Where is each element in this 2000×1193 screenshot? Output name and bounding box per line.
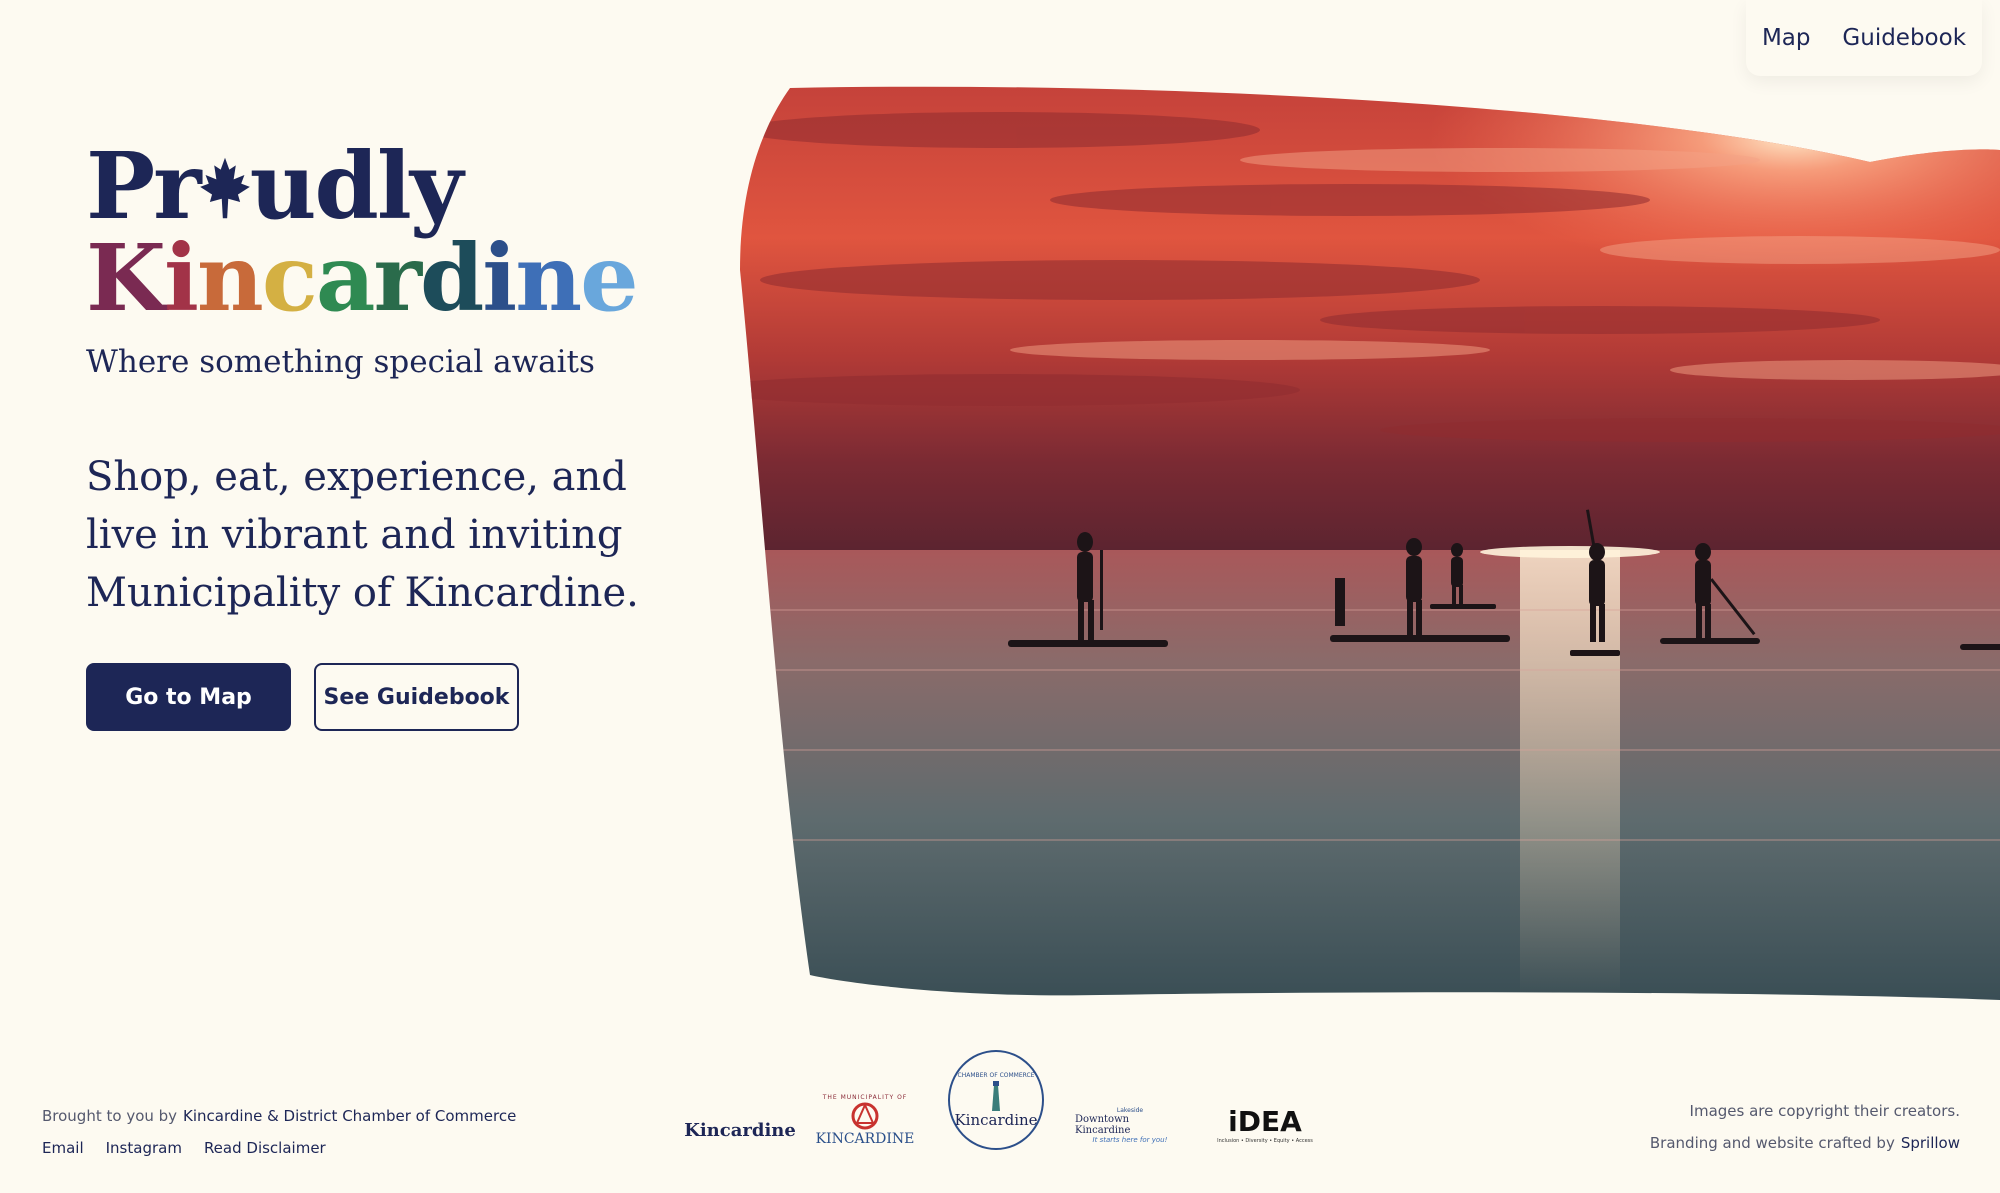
instagram-link[interactable]: Instagram [106,1139,182,1157]
title-proudly-end: udly [249,132,464,240]
footer-credits: Brought to you by Kincardine & District … [42,1100,516,1164]
idea-logo[interactable]: iDEA Inclusion • Diversity • Equity • Ac… [1215,1096,1315,1152]
kincardine-logo[interactable]: Kincardine [684,1110,796,1150]
brought-by-text: Brought to you by [42,1107,178,1125]
copyright-text: Images are copyright their creators. [1689,1102,1960,1120]
see-guidebook-button[interactable]: See Guidebook [314,663,519,731]
chamber-logo[interactable]: CHAMBER OF COMMERCE Kincardine [948,1050,1044,1150]
title-letter: d [419,224,484,332]
go-to-map-button[interactable]: Go to Map [86,663,291,731]
hero-photo [740,86,2000,1000]
copyright-row: Images are copyright their creators. [1650,1095,1960,1127]
title-letter: n [515,224,582,332]
crafted-text: Branding and website crafted by [1649,1134,1895,1152]
title-letter: K [86,224,166,332]
title-letter: c [261,224,318,332]
title-proudly: Pr udly [86,140,637,232]
hero-description: Shop, eat, experience, and live in vibra… [86,454,639,616]
maple-leaf-icon [199,157,250,219]
title-kincardine: Kincardine [86,224,639,332]
nav-map-link[interactable]: Map [1762,25,1811,51]
crafted-row: Branding and website crafted by Sprillow [1650,1127,1960,1159]
triskele-icon [851,1102,879,1129]
title-letter: n [196,224,264,332]
chamber-link[interactable]: Kincardine & District Chamber of Commerc… [183,1107,516,1125]
nav-guidebook-link[interactable]: Guidebook [1842,25,1966,51]
title-letter: r [373,224,422,332]
title-letter: e [580,224,639,332]
title-letter: a [315,224,376,332]
tagline: Where something special awaits [86,344,595,380]
sponsor-logos: Kincardine THE MUNICIPALITY OF KINCARDIN… [684,1050,1320,1160]
title-letter: i [163,224,199,332]
footer-attribution: Images are copyright their creators. Bra… [1650,1095,1960,1159]
municipality-logo[interactable]: THE MUNICIPALITY OF KINCARDINE [810,1080,920,1160]
title-letter: i [482,224,517,332]
lighthouse-icon [992,1080,1000,1111]
footer-links: Email Instagram Read Disclaimer [42,1132,516,1164]
footer-brought-by: Brought to you by Kincardine & District … [42,1100,516,1132]
email-link[interactable]: Email [42,1139,84,1157]
top-nav: Map Guidebook [1746,0,1982,76]
disclaimer-link[interactable]: Read Disclaimer [204,1139,326,1157]
sprillow-link[interactable]: Sprillow [1901,1134,1960,1152]
downtown-kincardine-logo[interactable]: Lakeside Downtown Kincardine It starts h… [1075,1100,1185,1150]
brand-title: Pr udly Kincardine [86,140,639,332]
title-proudly-start: Pr [86,132,202,240]
